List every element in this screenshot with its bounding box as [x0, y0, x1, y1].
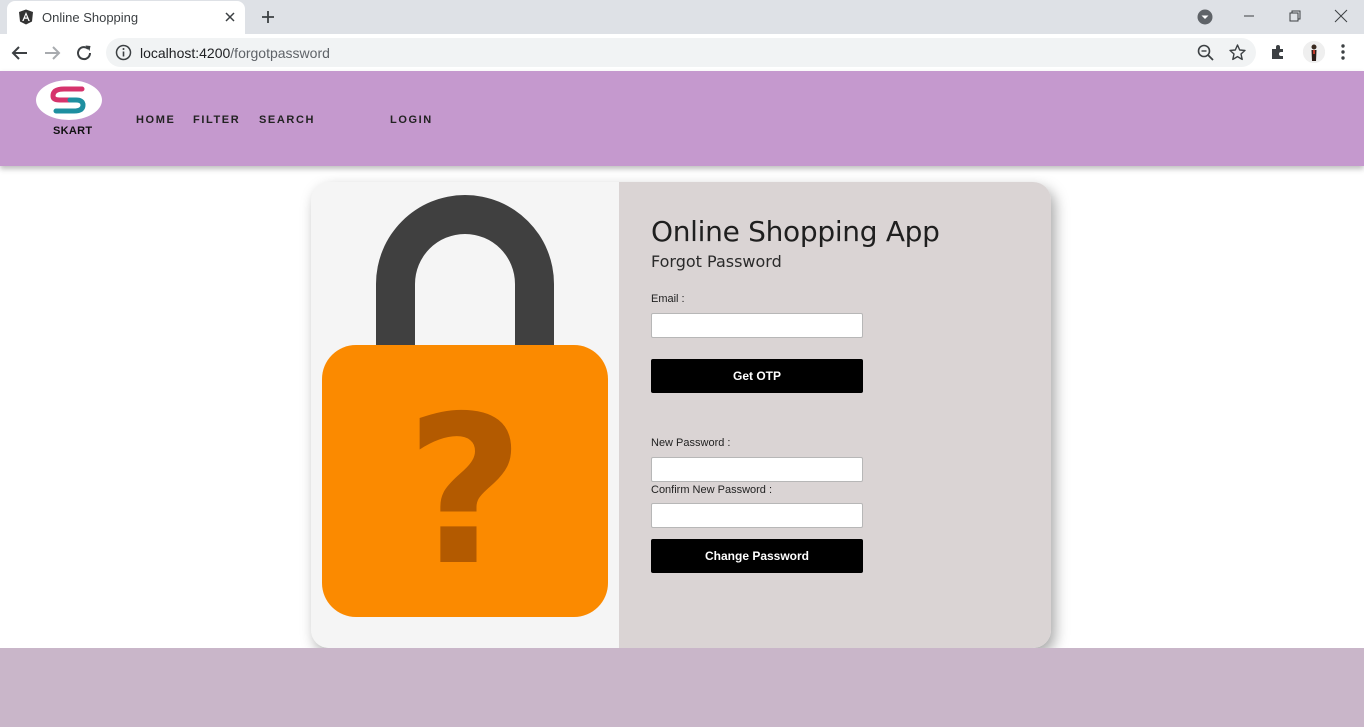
brand-name: SKART: [53, 125, 93, 137]
page-subtitle: Forgot Password: [651, 252, 782, 271]
minimize-icon[interactable]: [1239, 6, 1259, 26]
browser-menu-icon[interactable]: [1333, 42, 1353, 62]
forgot-password-card: ? Online Shopping App Forgot Password Em…: [311, 182, 1051, 648]
restore-icon[interactable]: [1285, 6, 1305, 26]
new-password-label: New Password :: [651, 437, 731, 449]
url-host: localhost:4200: [140, 45, 231, 61]
confirm-password-field[interactable]: [651, 503, 863, 528]
question-mark: ?: [406, 373, 525, 611]
back-icon[interactable]: [9, 42, 31, 64]
confirm-password-label: Confirm New Password :: [651, 484, 773, 496]
app-header: SKART HOME FILTER SEARCH LOGIN: [0, 71, 1364, 166]
app-title: Online Shopping App: [651, 215, 940, 248]
form-panel: Online Shopping App Forgot Password Emai…: [619, 182, 1051, 648]
lock-question-icon: ?: [322, 195, 608, 617]
email-field[interactable]: [651, 313, 863, 338]
zoom-icon[interactable]: [1196, 43, 1215, 62]
nav-home-link[interactable]: HOME: [136, 114, 175, 126]
nav-login-link[interactable]: LOGIN: [390, 114, 433, 126]
page-footer: [0, 648, 1364, 727]
s-logo-icon: [50, 86, 86, 114]
info-icon[interactable]: [115, 44, 132, 61]
url-text[interactable]: localhost:4200/forgotpassword: [140, 45, 330, 61]
nav-search-link[interactable]: SEARCH: [259, 114, 315, 126]
new-password-field[interactable]: [651, 457, 863, 482]
forward-icon[interactable]: [41, 42, 63, 64]
nav-filter-link[interactable]: FILTER: [193, 114, 240, 126]
change-password-button[interactable]: Change Password: [651, 539, 863, 573]
email-label: Email :: [651, 293, 685, 305]
url-path: /forgotpassword: [230, 45, 330, 61]
profile-avatar[interactable]: [1303, 41, 1325, 63]
browser-toolbar: localhost:4200/forgotpassword: [0, 34, 1364, 71]
person-icon: [1303, 41, 1325, 63]
illustration-panel: ?: [311, 182, 619, 648]
address-bar[interactable]: localhost:4200/forgotpassword: [106, 38, 1256, 67]
reload-icon[interactable]: [73, 42, 95, 64]
close-tab-icon[interactable]: [222, 9, 238, 25]
browser-tab[interactable]: Online Shopping: [7, 1, 245, 34]
bookmark-star-icon[interactable]: [1228, 43, 1247, 62]
extensions-icon[interactable]: [1268, 42, 1288, 62]
logo[interactable]: [36, 80, 102, 120]
close-window-icon[interactable]: [1331, 6, 1351, 26]
tab-title: Online Shopping: [42, 10, 139, 25]
angular-icon: [19, 9, 33, 25]
new-tab-icon[interactable]: [258, 7, 278, 27]
get-otp-button[interactable]: Get OTP: [651, 359, 863, 393]
tab-search-icon[interactable]: [1195, 7, 1215, 27]
browser-tab-strip: Online Shopping: [0, 0, 1364, 34]
